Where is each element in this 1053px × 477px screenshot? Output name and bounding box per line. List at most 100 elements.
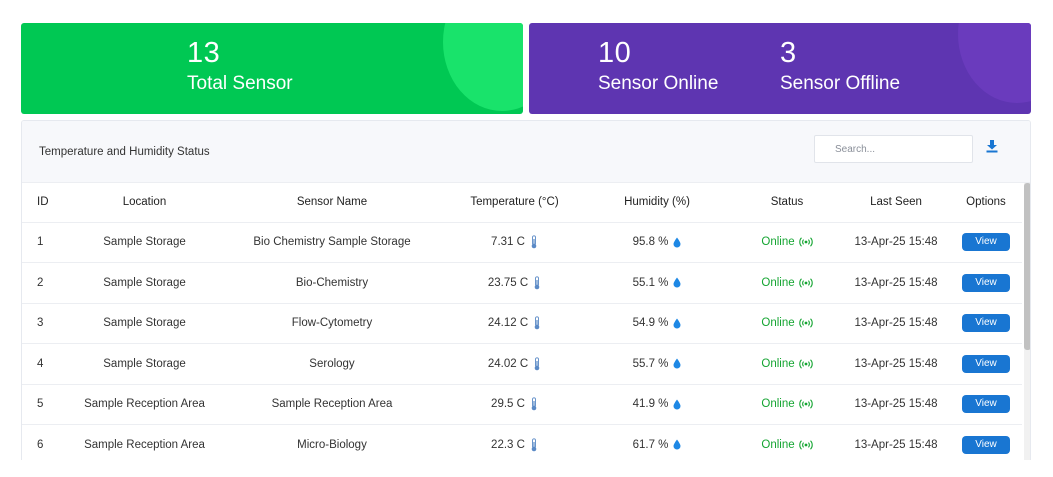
table-row: 2 Sample Storage Bio-Chemistry 23.75 C 5… xyxy=(22,262,1022,304)
signal-icon xyxy=(798,237,813,247)
cell-status: Online xyxy=(732,222,842,263)
cell-last-seen: 13-Apr-25 15:48 xyxy=(842,343,950,385)
thermometer-icon xyxy=(534,316,540,330)
cell-temperature: 29.5 C xyxy=(447,384,582,425)
view-button[interactable]: View xyxy=(962,354,1010,373)
cell-sensor-name: Micro-Biology xyxy=(217,424,447,460)
col-status[interactable]: Status xyxy=(732,183,842,223)
cell-options: View xyxy=(950,222,1022,263)
cell-temperature: 23.75 C xyxy=(447,262,582,304)
sensor-online-stat: 10 Sensor Online xyxy=(598,35,718,97)
temperature-value: 23.75 C xyxy=(487,276,529,289)
water-drop-icon xyxy=(673,358,681,369)
scrollbar-thumb[interactable] xyxy=(1024,183,1030,350)
view-button[interactable]: View xyxy=(962,273,1010,292)
search-input[interactable] xyxy=(814,135,973,163)
table-scrollbar[interactable] xyxy=(1024,183,1030,460)
table-row: 1 Sample Storage Bio Chemistry Sample St… xyxy=(22,222,1022,263)
cell-id: 6 xyxy=(22,424,72,460)
signal-icon xyxy=(798,440,813,450)
cell-id: 4 xyxy=(22,343,72,385)
cell-options: View xyxy=(950,343,1022,385)
sensor-table-wrap: ID Location Sensor Name Temperature (°C)… xyxy=(22,183,1022,460)
cell-status: Online xyxy=(732,424,842,460)
cell-temperature: 24.02 C xyxy=(447,343,582,385)
cell-options: View xyxy=(950,384,1022,425)
temperature-value: 24.12 C xyxy=(487,317,529,330)
sensor-status-card: 10 Sensor Online 3 Sensor Offline xyxy=(529,23,1031,114)
total-sensor-stat: 13 Total Sensor xyxy=(187,35,293,97)
cell-sensor-name: Flow-Cytometry xyxy=(217,303,447,344)
cell-id: 5 xyxy=(22,384,72,425)
humidity-value: 95.8 % xyxy=(632,236,669,249)
view-button[interactable]: View xyxy=(962,314,1010,333)
signal-icon xyxy=(798,278,813,288)
cell-last-seen: 13-Apr-25 15:48 xyxy=(842,222,950,263)
sensor-online-count: 10 xyxy=(598,37,632,69)
thermometer-icon xyxy=(531,235,537,249)
panel-header: Temperature and Humidity Status xyxy=(22,121,1030,183)
col-temperature[interactable]: Temperature (°C) xyxy=(447,183,582,223)
download-icon[interactable] xyxy=(985,139,999,153)
total-sensor-count: 13 xyxy=(187,37,221,69)
humidity-value: 55.7 % xyxy=(632,357,669,370)
table-row: 3 Sample Storage Flow-Cytometry 24.12 C … xyxy=(22,303,1022,344)
total-sensor-label: Total Sensor xyxy=(187,73,293,94)
table-body: 1 Sample Storage Bio Chemistry Sample St… xyxy=(22,222,1022,460)
cell-location: Sample Reception Area xyxy=(72,424,217,460)
table-header-row: ID Location Sensor Name Temperature (°C)… xyxy=(22,183,1022,223)
cell-id: 3 xyxy=(22,303,72,344)
water-drop-icon xyxy=(673,237,681,248)
status-text: Online xyxy=(761,276,795,289)
col-sensor-name[interactable]: Sensor Name xyxy=(217,183,447,223)
cell-last-seen: 13-Apr-25 15:48 xyxy=(842,303,950,344)
status-text: Online xyxy=(761,438,795,451)
view-button[interactable]: View xyxy=(962,233,1010,252)
thermometer-icon xyxy=(531,397,537,411)
signal-icon xyxy=(798,318,813,328)
humidity-value: 55.1 % xyxy=(632,276,669,289)
cell-sensor-name: Bio-Chemistry xyxy=(217,262,447,304)
status-text: Online xyxy=(761,236,795,249)
cell-id: 2 xyxy=(22,262,72,304)
col-humidity[interactable]: Humidity (%) xyxy=(582,183,732,223)
stat-cards: 13 Total Sensor 10 Sensor Online 3 Senso… xyxy=(21,23,1031,114)
col-last-seen[interactable]: Last Seen xyxy=(842,183,950,223)
view-button[interactable]: View xyxy=(962,435,1010,454)
cell-humidity: 55.7 % xyxy=(582,343,732,385)
cell-location: Sample Reception Area xyxy=(72,384,217,425)
signal-icon xyxy=(798,359,813,369)
humidity-value: 41.9 % xyxy=(632,398,669,411)
water-drop-icon xyxy=(673,277,681,288)
status-panel: Temperature and Humidity Status ID Locat… xyxy=(21,120,1031,460)
cell-last-seen: 13-Apr-25 15:48 xyxy=(842,262,950,304)
cell-sensor-name: Serology xyxy=(217,343,447,385)
temperature-value: 7.31 C xyxy=(491,236,525,249)
cell-status: Online xyxy=(732,384,842,425)
sensor-table: ID Location Sensor Name Temperature (°C)… xyxy=(22,183,1022,460)
total-sensor-card: 13 Total Sensor xyxy=(21,23,523,114)
view-button[interactable]: View xyxy=(962,395,1010,414)
temperature-value: 22.3 C xyxy=(491,438,525,451)
panel-title: Temperature and Humidity Status xyxy=(39,146,210,158)
cell-temperature: 22.3 C xyxy=(447,424,582,460)
cell-location: Sample Storage xyxy=(72,262,217,304)
temperature-value: 24.02 C xyxy=(487,357,529,370)
water-drop-icon xyxy=(673,399,681,410)
col-location[interactable]: Location xyxy=(72,183,217,223)
cell-options: View xyxy=(950,262,1022,304)
cell-status: Online xyxy=(732,343,842,385)
col-id[interactable]: ID xyxy=(22,183,72,223)
status-text: Online xyxy=(761,398,795,411)
thermometer-icon xyxy=(534,357,540,371)
cell-humidity: 55.1 % xyxy=(582,262,732,304)
cell-temperature: 24.12 C xyxy=(447,303,582,344)
temperature-value: 29.5 C xyxy=(491,398,525,411)
table-row: 6 Sample Reception Area Micro-Biology 22… xyxy=(22,424,1022,460)
cell-location: Sample Storage xyxy=(72,222,217,263)
status-text: Online xyxy=(761,357,795,370)
col-options: Options xyxy=(950,183,1022,223)
cell-humidity: 95.8 % xyxy=(582,222,732,263)
table-row: 4 Sample Storage Serology 24.02 C 55.7 %… xyxy=(22,343,1022,385)
cell-last-seen: 13-Apr-25 15:48 xyxy=(842,384,950,425)
